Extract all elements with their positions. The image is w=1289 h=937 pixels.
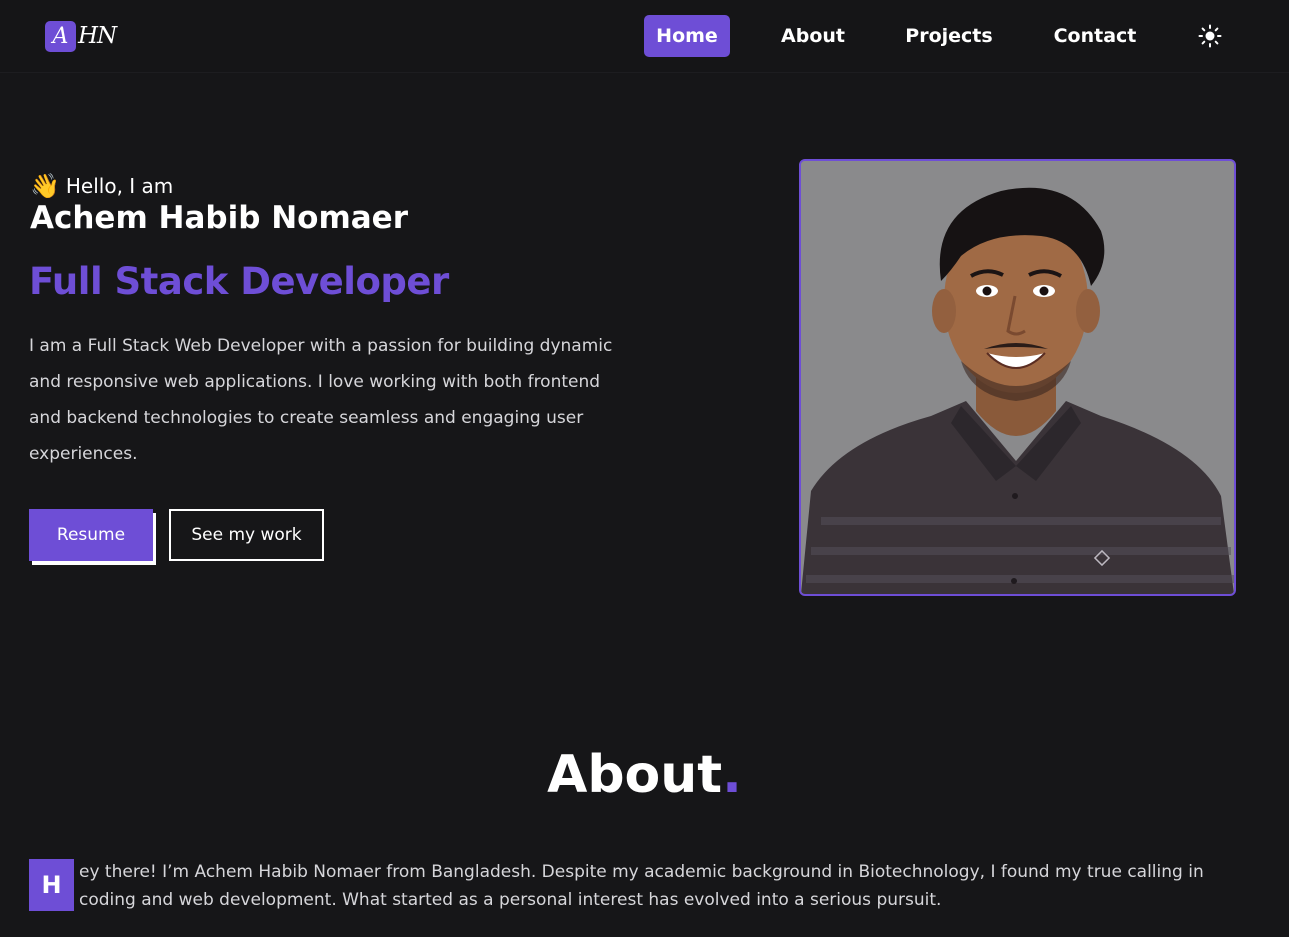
hero-name: Achem Habib Nomaer	[30, 200, 408, 236]
about-text: ey there! I’m Achem Habib Nomaer from Ba…	[79, 862, 1204, 910]
about-dropcap: H	[29, 859, 74, 911]
logo-badge: A	[45, 20, 76, 52]
greeting: 👋 Hello, I am	[30, 170, 173, 202]
logo-text: HN	[78, 23, 117, 49]
see-my-work-button[interactable]: See my work	[169, 509, 324, 561]
resume-button[interactable]: Resume	[29, 509, 153, 561]
profile-photo	[799, 159, 1236, 596]
waving-hand-icon: 👋	[30, 172, 60, 200]
about-title-dot: .	[722, 745, 742, 805]
about-title: About.	[0, 745, 1289, 805]
about-title-text: About	[547, 745, 723, 805]
hero-role: Full Stack Developer	[29, 260, 449, 303]
sun-icon[interactable]	[1196, 22, 1224, 50]
navbar: A HN Home About Projects Contact	[0, 0, 1289, 73]
nav-link-about[interactable]: About	[770, 15, 856, 57]
site-logo[interactable]: A HN	[45, 20, 117, 52]
nav-link-home[interactable]: Home	[644, 15, 730, 57]
nav-link-contact[interactable]: Contact	[1042, 15, 1148, 57]
hero-bio: I am a Full Stack Web Developer with a p…	[29, 336, 613, 464]
nav-link-projects[interactable]: Projects	[896, 15, 1002, 57]
greeting-text: Hello, I am	[65, 174, 174, 198]
